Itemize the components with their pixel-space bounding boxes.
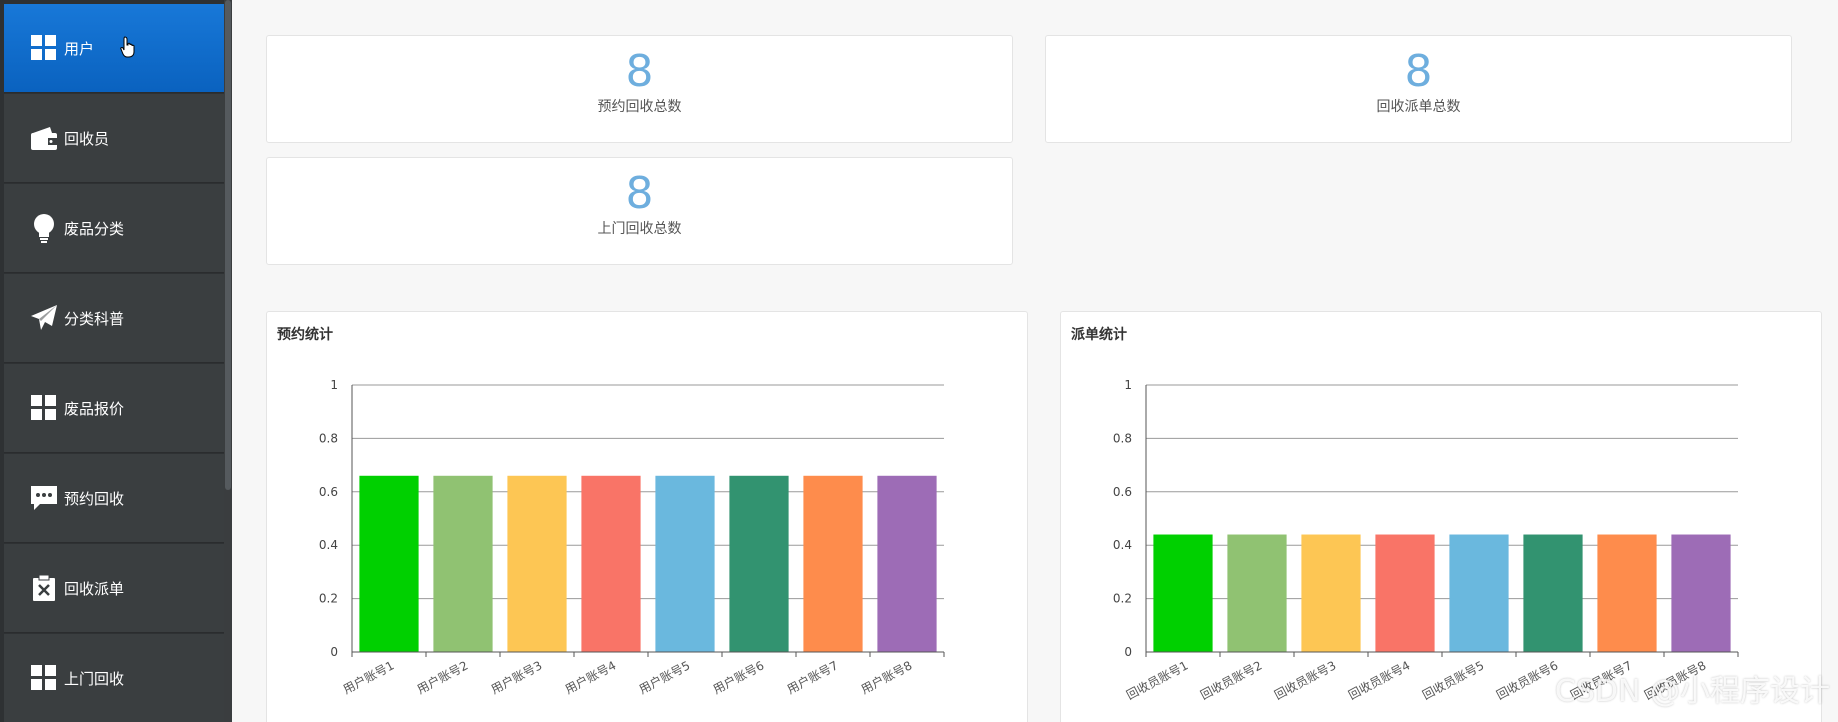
- bar: [433, 475, 493, 652]
- stat-label: 上门回收总数: [597, 221, 682, 237]
- y-tick-label: 0.6: [319, 485, 338, 499]
- y-tick-label: 0.4: [1113, 538, 1132, 552]
- sidebar-item-reservations[interactable]: 预约回收: [4, 454, 224, 543]
- paper-plane-icon: [30, 304, 58, 332]
- bar: [1597, 534, 1657, 652]
- sidebar-item-label: 预约回收: [64, 489, 125, 508]
- sidebar-item-waste-prices[interactable]: 废品报价: [4, 364, 224, 453]
- x-tick-label: 用户账号3: [488, 657, 544, 696]
- y-tick-label: 0.6: [1113, 485, 1132, 499]
- x-tick-label: 用户账号7: [784, 657, 840, 696]
- x-tick-label: 用户账号5: [636, 657, 692, 696]
- sidebar-item-label: 废品分类: [64, 219, 125, 238]
- sidebar-item-label: 回收员: [64, 129, 110, 148]
- hand-pointer-icon: [120, 36, 136, 58]
- sidebar-item-door-recycling[interactable]: 上门回收: [4, 634, 224, 722]
- y-tick-label: 0.4: [319, 538, 338, 552]
- bar: [507, 475, 567, 652]
- sidebar-item-waste-categories[interactable]: 废品分类: [4, 184, 224, 273]
- x-tick-label: 回收员账号4: [1346, 658, 1412, 702]
- bar: [581, 475, 641, 652]
- stat-card-dispatch: 8 回收派单总数: [1045, 35, 1792, 143]
- bar: [729, 475, 789, 652]
- x-tick-label: 用户账号1: [340, 657, 396, 696]
- stat-value: 8: [625, 46, 654, 97]
- bar: [1671, 534, 1731, 652]
- y-tick-label: 0: [1124, 645, 1132, 659]
- sidebar-item-recyclers[interactable]: 回收员: [4, 94, 224, 183]
- sidebar-item-classification-guide[interactable]: 分类科普: [4, 274, 224, 363]
- x-tick-label: 回收员账号6: [1494, 658, 1560, 702]
- x-tick-label: 用户账号6: [710, 657, 766, 696]
- wallet-icon: [30, 124, 58, 152]
- stat-value: 8: [1404, 46, 1433, 97]
- stat-card-door-recycling: 8 上门回收总数: [266, 157, 1013, 265]
- y-tick-label: 0.8: [1113, 431, 1132, 445]
- x-tick-label: 用户账号4: [562, 657, 618, 696]
- reservation-chart-panel: 预约统计 0 0.2 0.4 0.6 0.8 1 用户账号1 用户账号2 用户账号3 用户账号4 用…: [266, 311, 1028, 722]
- x-tick-label: 回收员账号3: [1272, 658, 1338, 702]
- clipboard-x-icon: [30, 574, 58, 602]
- stat-card-reservations: 8 预约回收总数: [266, 35, 1013, 143]
- sidebar-item-label: 回收派单: [64, 579, 125, 598]
- sidebar-scrollbar-thumb[interactable]: [225, 0, 231, 490]
- bar: [1301, 534, 1361, 652]
- x-tick-label: 用户账号2: [414, 657, 470, 696]
- sidebar-item-label: 分类科普: [64, 309, 125, 328]
- chat-bubble-icon: [30, 484, 58, 512]
- lightbulb-icon: [30, 214, 58, 243]
- stat-label: 预约回收总数: [597, 99, 682, 115]
- sidebar-item-label: 上门回收: [64, 669, 125, 688]
- x-tick-label: 回收员账号5: [1420, 658, 1486, 702]
- bar: [803, 475, 863, 652]
- y-tick-label: 0.2: [319, 592, 338, 606]
- bar: [655, 475, 715, 652]
- bar: [1523, 534, 1583, 652]
- sidebar: 用户 回收员 废品分类 分类科普 废品报价 预约回收 回收派单 上门回收: [0, 0, 232, 722]
- sidebar-scrollbar[interactable]: [224, 0, 232, 722]
- sidebar-item-users[interactable]: 用户: [4, 4, 224, 93]
- grid-icon: [30, 394, 58, 422]
- bar: [1153, 534, 1213, 652]
- dispatch-chart-panel: 派单统计 0 0.2 0.4 0.6 0.8 1 回收员账号1 回收员账号2 回收员账号3 回收员…: [1060, 311, 1822, 722]
- bar: [877, 475, 937, 652]
- bar: [1375, 534, 1435, 652]
- stat-value: 8: [625, 168, 654, 219]
- sidebar-item-dispatch[interactable]: 回收派单: [4, 544, 224, 633]
- bar: [1449, 534, 1509, 652]
- grid-icon: [30, 664, 58, 692]
- x-tick-label: 回收员账号1: [1124, 658, 1190, 702]
- x-tick-label: 用户账号8: [858, 657, 914, 696]
- reservation-bar-chart: 0 0.2 0.4 0.6 0.8 1 用户账号1 用户账号2 用户账号3 用户账号4 用户账号5 用…: [319, 378, 945, 697]
- sidebar-item-label: 废品报价: [64, 399, 125, 418]
- watermark: CSDN @小程序设计: [1554, 674, 1830, 709]
- sidebar-item-label: 用户: [64, 39, 95, 58]
- grid-icon: [30, 34, 58, 62]
- bar: [359, 475, 419, 652]
- dispatch-bar-chart: 00.20.40.60.81回收员账号1 回收员账号2 回收员账号3 回收员账号4 回收…: [1113, 378, 1739, 702]
- y-tick-label: 0.8: [319, 431, 338, 445]
- y-tick-label: 1: [1124, 378, 1132, 392]
- stat-label: 回收派单总数: [1376, 99, 1461, 115]
- bar: [1227, 534, 1287, 652]
- y-tick-label: 0.2: [1113, 592, 1132, 606]
- x-tick-label: 回收员账号2: [1198, 658, 1264, 702]
- y-tick-label: 0: [330, 645, 338, 659]
- y-tick-label: 1: [330, 378, 338, 392]
